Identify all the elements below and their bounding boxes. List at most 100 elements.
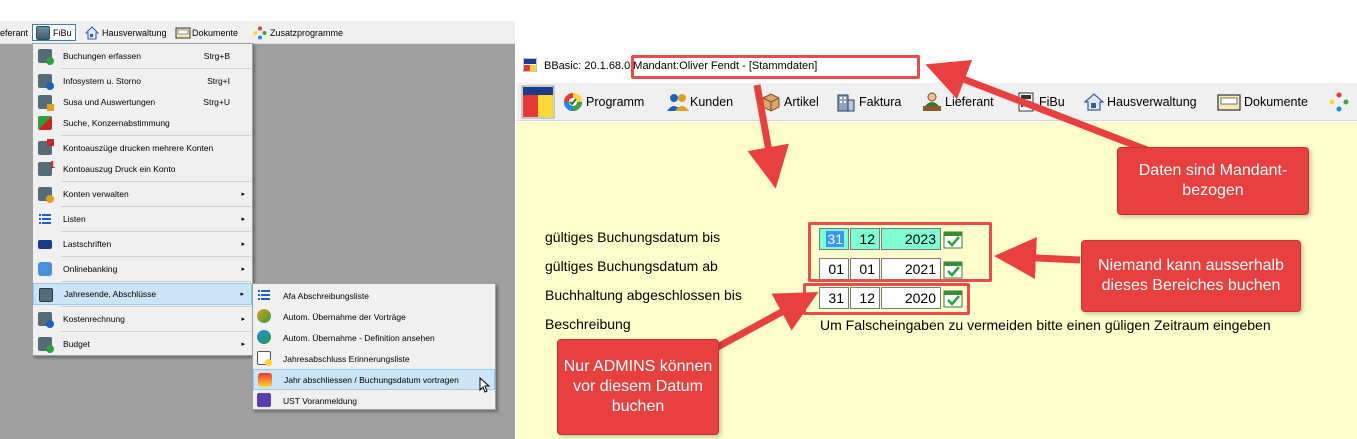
puzzle-icon xyxy=(38,116,52,130)
colorful-dots-icon xyxy=(1329,92,1349,112)
menu-item-kostenrechnung[interactable]: Kostenrechnung ▸ xyxy=(33,308,252,330)
menu-item-onlinebanking[interactable]: Onlinebanking ▸ xyxy=(33,258,252,280)
label-buchungsdatum-bis: gültiges Buchungsdatum bis xyxy=(545,229,721,245)
menu-item-label: Buchungen erfassen xyxy=(63,51,141,61)
menubar-item-label: Hausverwaltung xyxy=(102,27,167,38)
annotation-box-abgeschlossen xyxy=(803,283,970,315)
menu-separator xyxy=(61,256,251,257)
submenu-item-definition-ansehen[interactable]: Autom. Übernahme - Definition ansehen xyxy=(253,327,495,348)
toolbar-logo xyxy=(521,85,555,119)
submenu-item-erinnerungsliste[interactable]: Jahresabschluss Erinnerungsliste xyxy=(253,348,495,369)
b-badge-icon xyxy=(38,337,54,353)
menu-separator xyxy=(61,206,251,207)
menu-item-label: Kontoauszug Druck ein Konto xyxy=(63,164,176,174)
calculator-icon xyxy=(36,25,50,40)
left-menubar: eferant FiBu Hausverwaltung Dokumente Zu… xyxy=(0,21,515,44)
box-icon xyxy=(761,92,781,112)
label-buchungsdatum-ab: gültiges Buchungsdatum ab xyxy=(545,258,718,274)
toolbar-artikel[interactable]: Artikel xyxy=(761,92,819,112)
k-badge-icon xyxy=(38,312,54,328)
mouse-cursor-icon xyxy=(479,377,491,393)
menu-item-shortcut: Strg+B xyxy=(203,51,230,61)
toolbar-fibu[interactable]: FiBu xyxy=(1016,92,1065,112)
submenu-item-afa[interactable]: Afa Abschreibungsliste xyxy=(253,285,495,306)
menu-item-infosystem[interactable]: Infosystem u. Storno Strg+I xyxy=(33,70,252,92)
menu-item-kontoauszuege-mehrere[interactable]: Kontoauszüge drucken mehrere Konten xyxy=(33,137,252,159)
fibu-dropdown-menu: Buchungen erfassen Strg+B Infosystem u. … xyxy=(32,43,253,356)
chart-search-icon xyxy=(257,330,271,344)
printer-calculator-icon xyxy=(38,139,54,155)
menubar-item-label: eferant xyxy=(0,27,29,38)
calculator-icon xyxy=(1016,92,1036,112)
menu-item-label: Lastschriften xyxy=(63,239,112,249)
menu-item-listen[interactable]: Listen ▸ xyxy=(33,208,252,230)
submenu-item-uebernahme-vortraege[interactable]: Autom. Übernahme der Vorträge xyxy=(253,306,495,327)
submenu-arrow-icon: ▸ xyxy=(241,316,245,323)
menu-item-label: Suche, Konzernabstimmung xyxy=(63,118,170,128)
callout-niemand: Niemand kann ausserhalb dieses Bereiches… xyxy=(1081,240,1301,312)
annotation-box-date-range xyxy=(808,222,992,282)
menu-item-susa[interactable]: Susa und Auswertungen Strg+U xyxy=(33,91,252,113)
toolbar-label: Lieferant xyxy=(945,95,994,109)
menu-item-lastschriften[interactable]: Lastschriften ▸ xyxy=(33,233,252,255)
callout-admins: Nur ADMINS können vor diesem Datum buche… xyxy=(557,339,719,435)
menubar-item-dokumente[interactable]: Dokumente xyxy=(172,24,241,41)
menu-item-label: Infosystem u. Storno xyxy=(63,76,141,86)
menu-item-label: Konten verwalten xyxy=(63,189,129,199)
menu-separator xyxy=(61,68,251,69)
beschreibung-value: Um Falscheingaben zu vermeiden bitte ein… xyxy=(820,317,1271,333)
toolbar-kunden[interactable]: Kunden xyxy=(667,92,733,112)
print-one-icon: 1 xyxy=(38,160,55,176)
menu-item-konten-verwalten[interactable]: Konten verwalten ▸ xyxy=(33,183,252,205)
menu-item-budget[interactable]: Budget ▸ xyxy=(33,333,252,355)
toolbar-programm[interactable]: Programm xyxy=(563,92,644,112)
menu-item-kontoauszug-ein[interactable]: 1 Kontoauszug Druck ein Konto xyxy=(33,158,252,180)
globe-icon xyxy=(38,262,52,276)
toolbar-faktura[interactable]: Faktura xyxy=(836,92,901,112)
toolbar-zusatzprogramme[interactable] xyxy=(1329,92,1349,112)
calculator-icon xyxy=(39,288,53,302)
menubar-item-label: Zusatzprogramme xyxy=(270,27,344,38)
menu-item-label: Susa und Auswertungen xyxy=(63,97,156,107)
menubar-item-lieferant[interactable]: eferant xyxy=(0,24,31,41)
submenu-item-label: UST Voranmeldung xyxy=(283,395,358,406)
list-icon xyxy=(38,212,52,226)
menu-separator xyxy=(61,331,251,332)
gear-calculator-icon xyxy=(38,187,54,203)
menu-item-label: Jahresende, Abschlüsse xyxy=(64,289,157,299)
menu-item-label: Listen xyxy=(63,214,86,224)
menu-separator xyxy=(61,231,251,232)
submenu-arrow-icon: ▸ xyxy=(241,241,245,248)
submenu-arrow-icon: ▸ xyxy=(241,216,245,223)
submenu-item-ust-voranmeldung[interactable]: UST Voranmeldung xyxy=(253,390,495,411)
info-calculator-icon xyxy=(38,74,54,90)
menubar-item-fibu[interactable]: FiBu xyxy=(32,24,76,41)
menu-separator xyxy=(61,281,251,282)
menu-separator xyxy=(61,181,251,182)
reminder-bell-icon xyxy=(257,351,272,366)
submenu-item-label: Jahresabschluss Erinnerungsliste xyxy=(283,353,410,364)
toolbar-label: Dokumente xyxy=(1244,95,1308,109)
menubar-item-zusatzprogramme[interactable]: Zusatzprogramme xyxy=(250,24,346,41)
toolbar-hausverwaltung[interactable]: Hausverwaltung xyxy=(1083,92,1197,112)
building-icon xyxy=(836,92,856,112)
amt-icon xyxy=(257,393,271,407)
left-screenshot-panel: eferant FiBu Hausverwaltung Dokumente Zu… xyxy=(0,0,515,439)
menubar-item-hausverwaltung[interactable]: Hausverwaltung xyxy=(82,24,170,41)
chart-calculator-icon xyxy=(38,95,54,111)
toolbar-dokumente[interactable]: Dokumente xyxy=(1217,92,1308,112)
menu-item-suche[interactable]: Suche, Konzernabstimmung xyxy=(33,112,252,134)
menu-item-jahresende[interactable]: Jahresende, Abschlüsse ▸ xyxy=(33,283,252,305)
sepa-icon xyxy=(38,240,52,249)
submenu-item-jahr-abschliessen[interactable]: Jahr abschliessen / Buchungsdatum vortra… xyxy=(253,369,495,390)
toolbar-label: Artikel xyxy=(784,95,819,109)
menubar-item-label: Dokumente xyxy=(192,27,239,38)
toolbar-label: Faktura xyxy=(859,95,902,109)
toolbar-lieferant[interactable]: Lieferant xyxy=(922,92,994,112)
menu-separator xyxy=(61,306,251,307)
menu-item-buchungen-erfassen[interactable]: Buchungen erfassen Strg+B xyxy=(33,45,252,67)
document-tray-icon xyxy=(1217,92,1241,112)
label-abgeschlossen-bis: Buchhaltung abgeschlossen bis xyxy=(545,287,742,303)
list-icon xyxy=(257,288,271,302)
submenu-arrow-icon: ▸ xyxy=(241,191,245,198)
